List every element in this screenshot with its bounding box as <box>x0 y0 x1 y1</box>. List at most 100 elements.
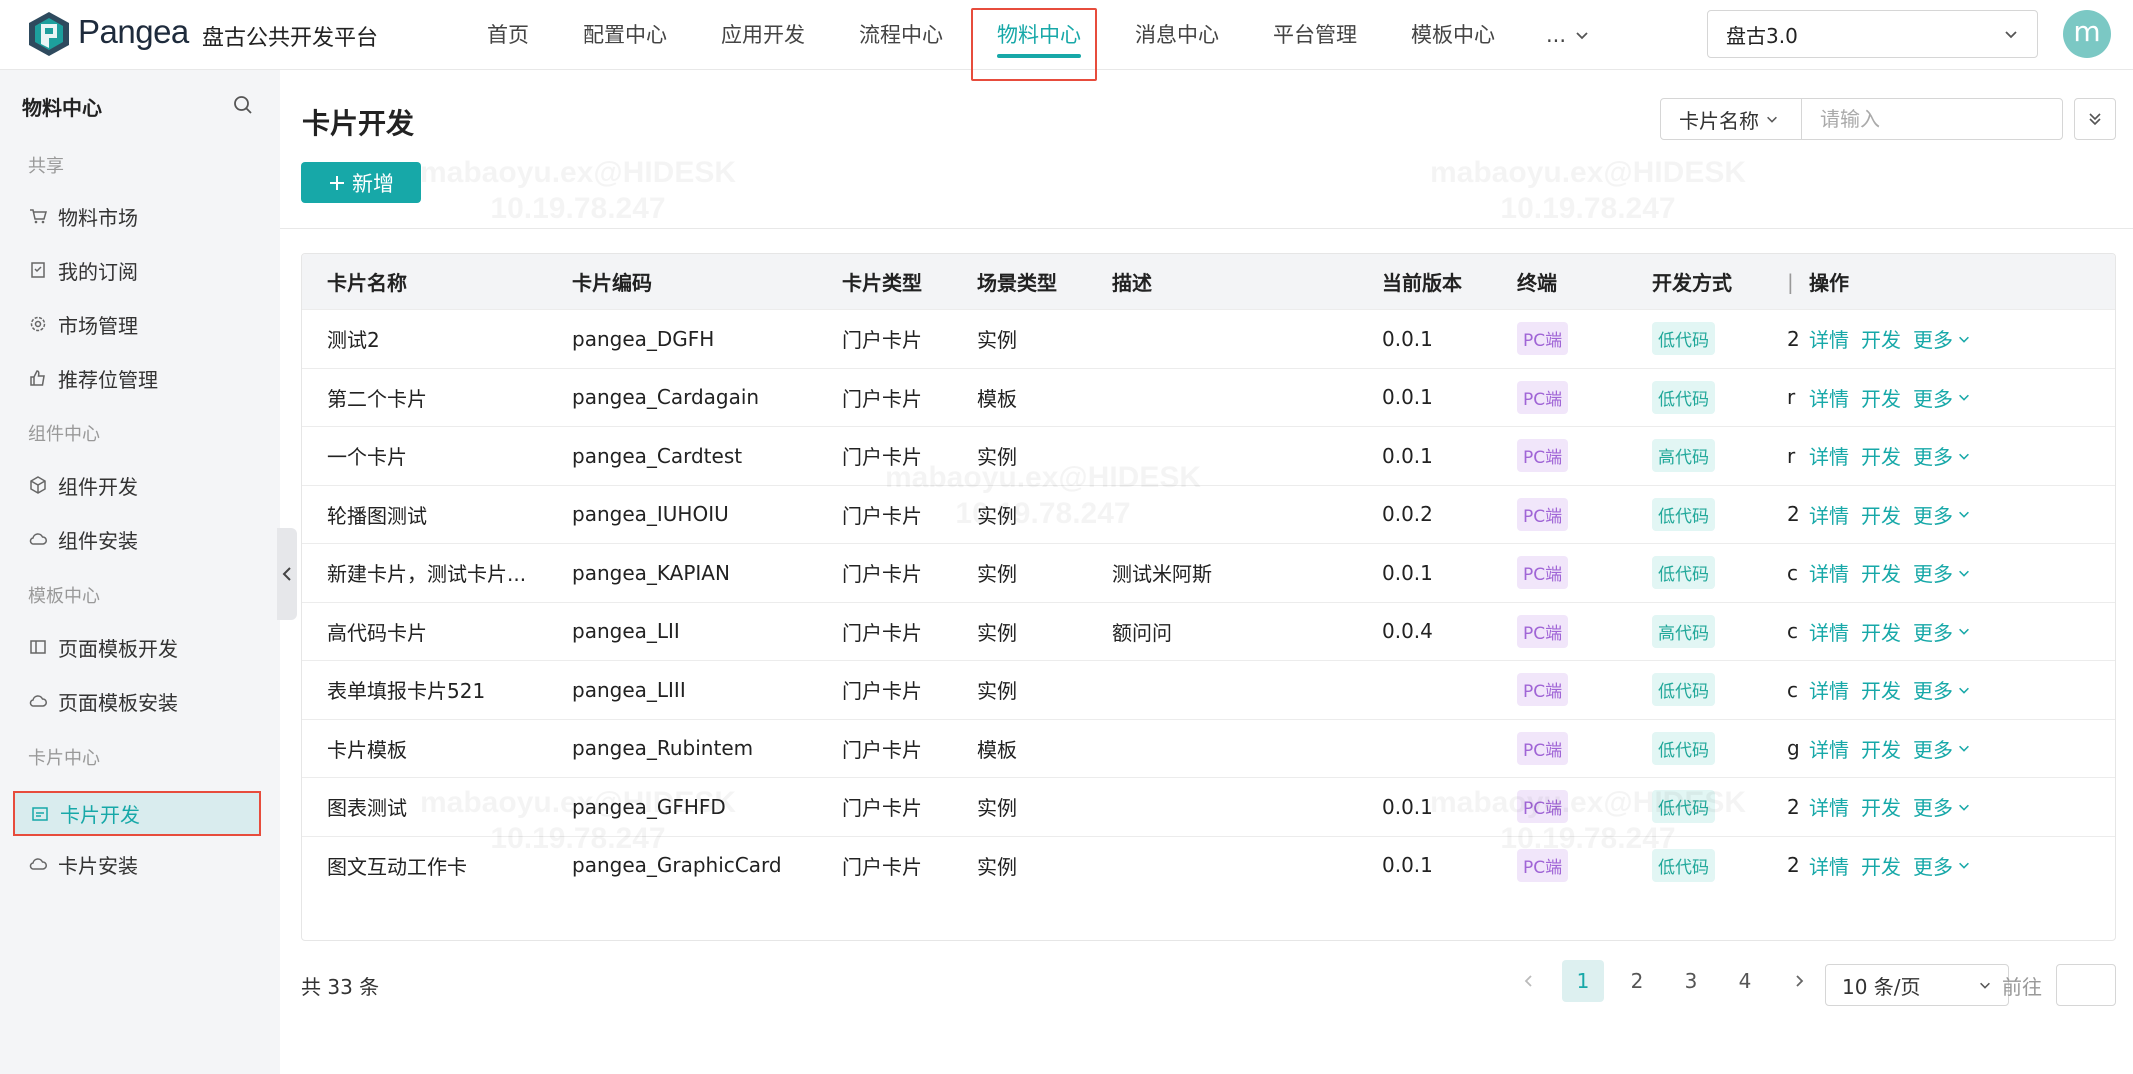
nav-home[interactable]: 首页 <box>460 0 556 70</box>
col-truncated: | <box>1787 269 1794 294</box>
chevron-down-icon <box>1959 687 1969 694</box>
more-actions-dropdown[interactable]: 更多 <box>1913 383 1971 412</box>
cell-terminal: PC端 <box>1517 848 1652 882</box>
nav-template-center[interactable]: 模板中心 <box>1384 0 1522 70</box>
sidebar-item-recommend-admin[interactable]: 推荐位管理 <box>28 363 158 393</box>
cell-truncated: 2 <box>1787 853 1800 878</box>
more-actions-dropdown[interactable]: 更多 <box>1913 558 1971 587</box>
page-size-select[interactable]: 10 条/页 <box>1825 964 2009 1006</box>
terminal-badge: PC端 <box>1517 439 1569 473</box>
user-avatar[interactable]: m <box>2063 10 2111 58</box>
cell-dev-mode: 高代码 <box>1652 614 1787 648</box>
develop-link[interactable]: 开发 <box>1861 383 1901 412</box>
add-card-button[interactable]: 新增 <box>301 162 421 203</box>
nav-config-center[interactable]: 配置中心 <box>556 0 694 70</box>
detail-link[interactable]: 详情 <box>1809 851 1849 880</box>
col-version[interactable]: 当前版本 <box>1382 267 1517 296</box>
cell-dev-mode: 低代码 <box>1652 497 1787 531</box>
terminal-badge: PC端 <box>1517 790 1569 824</box>
nav-platform-admin[interactable]: 平台管理 <box>1246 0 1384 70</box>
more-actions-dropdown[interactable]: 更多 <box>1913 792 1971 821</box>
pangea-logo-icon[interactable] <box>27 10 71 58</box>
cell-card-name: 高代码卡片 <box>327 620 427 645</box>
search-icon[interactable] <box>232 94 254 116</box>
sidebar-item-card-install[interactable]: 卡片安装 <box>28 849 138 879</box>
prev-page-button[interactable] <box>1508 960 1550 1002</box>
detail-link[interactable]: 详情 <box>1809 558 1849 587</box>
expand-filter-button[interactable] <box>2074 98 2116 140</box>
cell-dev-mode: 低代码 <box>1652 848 1787 882</box>
detail-link[interactable]: 详情 <box>1809 734 1849 763</box>
cell-truncated: r <box>1787 385 1796 410</box>
terminal-badge: PC端 <box>1517 848 1569 882</box>
develop-link[interactable]: 开发 <box>1861 558 1901 587</box>
sidebar-item-label: 推荐位管理 <box>58 367 158 392</box>
more-actions-dropdown[interactable]: 更多 <box>1913 324 1971 353</box>
sidebar-item-card-dev[interactable]: 卡片开发 <box>13 791 261 836</box>
cell-scene-type: 模板 <box>977 737 1017 762</box>
nav-material-center[interactable]: 物料中心 <box>970 0 1108 70</box>
goto-page-input[interactable] <box>2056 964 2116 1006</box>
develop-link[interactable]: 开发 <box>1861 617 1901 646</box>
develop-link[interactable]: 开发 <box>1861 792 1901 821</box>
cell-card-code: pangea_Cardagain <box>572 385 760 410</box>
cell-card-type: 门户卡片 <box>842 445 922 470</box>
page-1-button[interactable]: 1 <box>1562 960 1604 1002</box>
col-card-code[interactable]: 卡片编码 <box>572 267 842 296</box>
develop-link[interactable]: 开发 <box>1861 441 1901 470</box>
more-label: 更多 <box>1913 386 1953 411</box>
sidebar-item-page-template-dev[interactable]: 页面模板开发 <box>28 632 178 662</box>
sidebar-item-material-market[interactable]: 物料市场 <box>28 201 138 231</box>
detail-link[interactable]: 详情 <box>1809 617 1849 646</box>
more-actions-dropdown[interactable]: 更多 <box>1913 500 1971 529</box>
next-page-button[interactable] <box>1778 960 1820 1002</box>
detail-link[interactable]: 详情 <box>1809 324 1849 353</box>
sidebar-item-my-subscription[interactable]: 我的订阅 <box>28 255 138 285</box>
develop-link[interactable]: 开发 <box>1861 324 1901 353</box>
terminal-badge: PC端 <box>1517 556 1569 590</box>
page-2-button[interactable]: 2 <box>1616 960 1658 1002</box>
col-terminal[interactable]: 终端 <box>1517 267 1652 296</box>
detail-link[interactable]: 详情 <box>1809 675 1849 704</box>
develop-link[interactable]: 开发 <box>1861 734 1901 763</box>
chevron-down-icon <box>1959 628 1969 635</box>
develop-link[interactable]: 开发 <box>1861 851 1901 880</box>
col-scene-type[interactable]: 场景类型 <box>977 267 1112 296</box>
detail-link[interactable]: 详情 <box>1809 792 1849 821</box>
more-actions-dropdown[interactable]: 更多 <box>1913 851 1971 880</box>
plus-icon <box>330 175 344 190</box>
page-4-button[interactable]: 4 <box>1724 960 1766 1002</box>
nav-more-menu[interactable]: ... <box>1522 0 1614 70</box>
col-description[interactable]: 描述 <box>1112 267 1382 296</box>
sidebar-item-page-template-install[interactable]: 页面模板安装 <box>28 686 178 716</box>
sidebar-item-component-install[interactable]: 组件安装 <box>28 524 138 554</box>
cell-terminal: PC端 <box>1517 556 1652 590</box>
col-card-name[interactable]: 卡片名称 <box>302 267 572 296</box>
dev-mode-badge: 低代码 <box>1652 322 1715 356</box>
more-actions-dropdown[interactable]: 更多 <box>1913 441 1971 470</box>
filter-field-select[interactable]: 卡片名称 <box>1660 98 1802 140</box>
col-card-type[interactable]: 卡片类型 <box>842 267 977 296</box>
nav-app-dev[interactable]: 应用开发 <box>694 0 832 70</box>
develop-link[interactable]: 开发 <box>1861 500 1901 529</box>
col-dev-mode[interactable]: 开发方式 <box>1652 267 1787 296</box>
detail-link[interactable]: 详情 <box>1809 441 1849 470</box>
cell-version: 0.0.1 <box>1382 385 1433 410</box>
more-actions-dropdown[interactable]: 更多 <box>1913 734 1971 763</box>
chevron-down-icon <box>1959 570 1969 577</box>
page-3-button[interactable]: 3 <box>1670 960 1712 1002</box>
nav-process-center[interactable]: 流程中心 <box>832 0 970 70</box>
table-row: 一个卡片 pangea_Cardtest 门户卡片 实例 0.0.1 PC端 高代码 r 详情开… <box>302 426 2115 485</box>
cell-description: 额问问 <box>1112 620 1172 645</box>
sidebar-item-market-admin[interactable]: 市场管理 <box>28 309 138 339</box>
search-input[interactable] <box>1801 98 2063 140</box>
nav-message-center[interactable]: 消息中心 <box>1108 0 1246 70</box>
detail-link[interactable]: 详情 <box>1809 500 1849 529</box>
more-actions-dropdown[interactable]: 更多 <box>1913 675 1971 704</box>
sidebar-item-component-dev[interactable]: 组件开发 <box>28 470 138 500</box>
env-select[interactable]: 盘古3.0 <box>1707 10 2038 58</box>
more-actions-dropdown[interactable]: 更多 <box>1913 617 1971 646</box>
detail-link[interactable]: 详情 <box>1809 383 1849 412</box>
develop-link[interactable]: 开发 <box>1861 675 1901 704</box>
cell-terminal: PC端 <box>1517 380 1652 414</box>
